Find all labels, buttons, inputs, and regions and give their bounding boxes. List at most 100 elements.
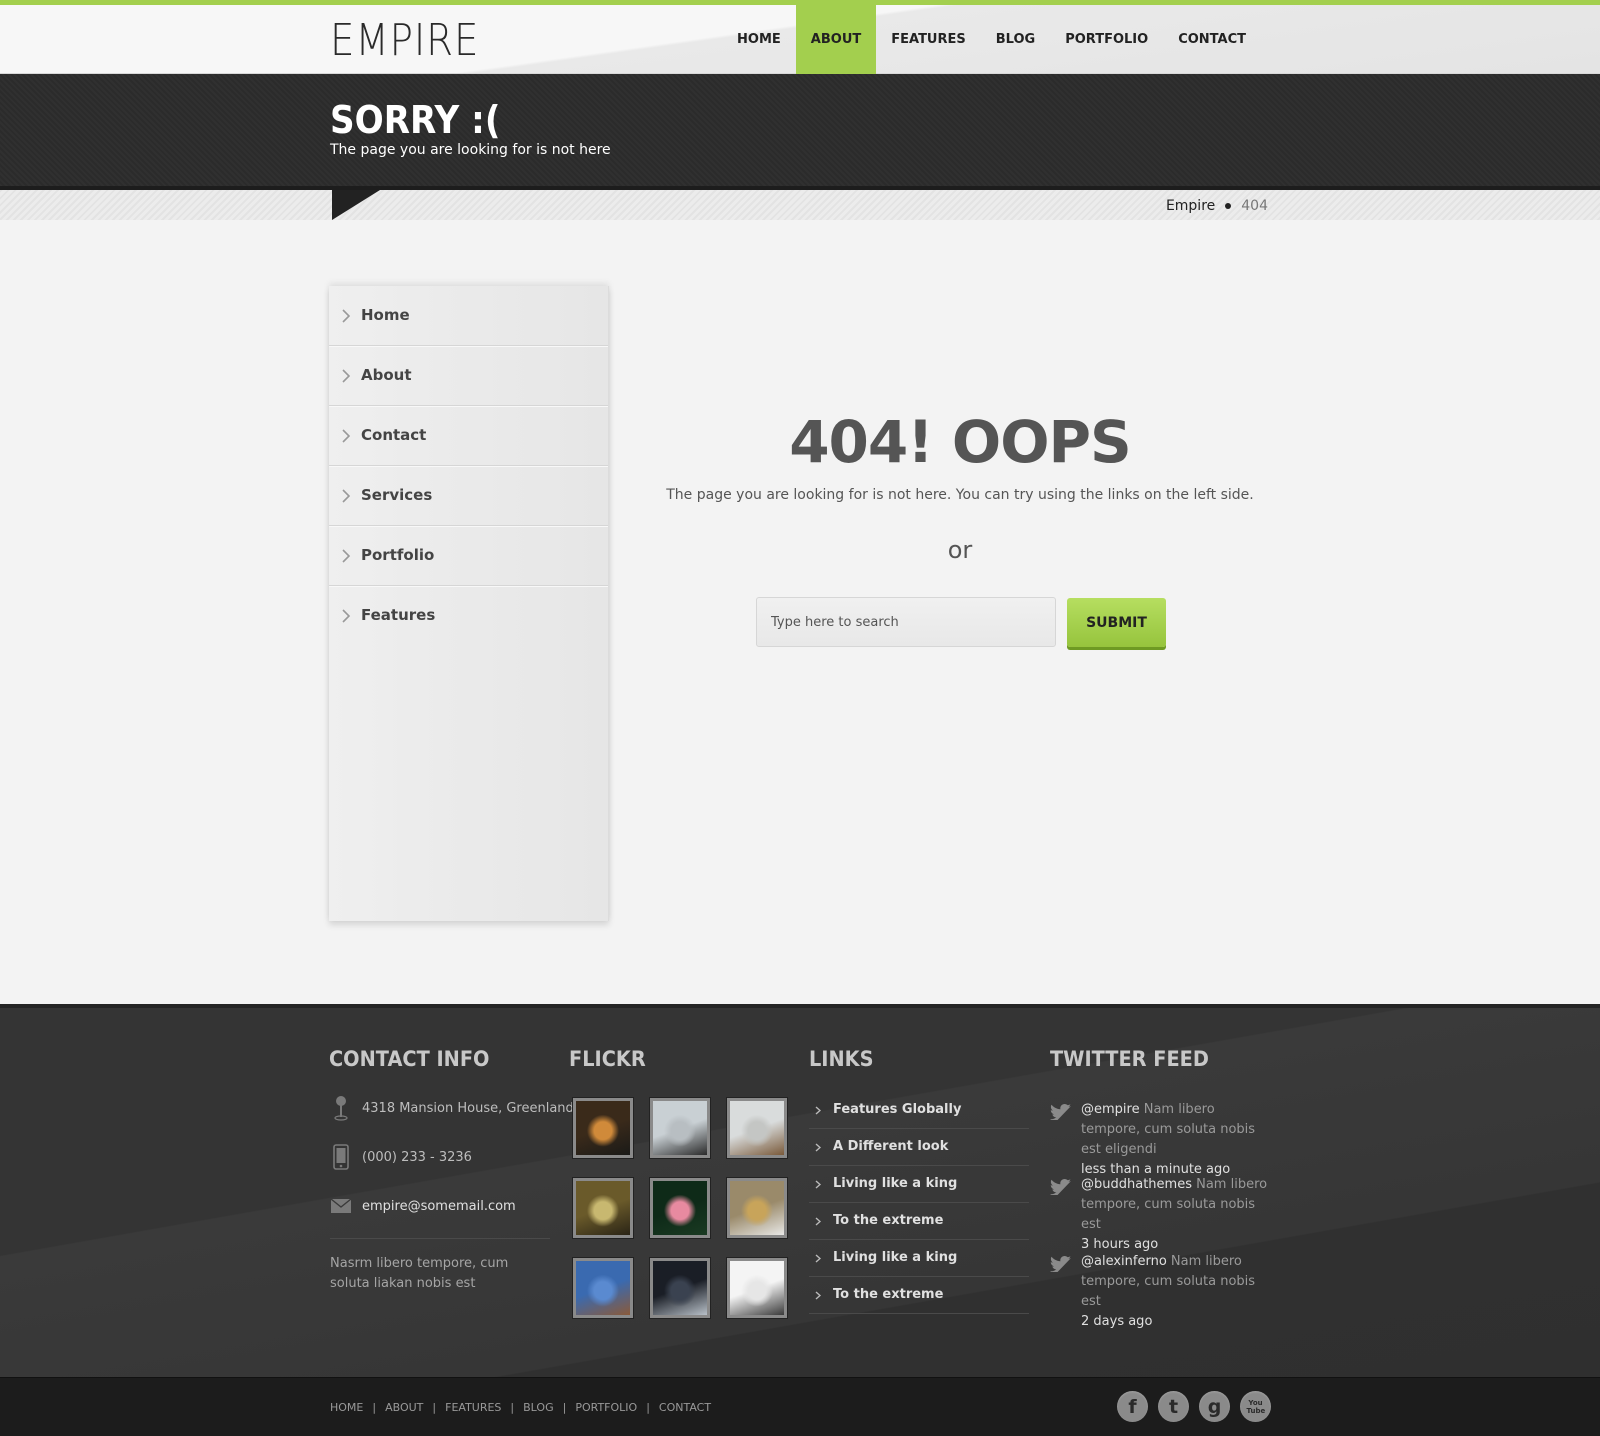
nav-blog[interactable]: BLOG xyxy=(981,5,1050,74)
chevron-right-icon xyxy=(342,549,351,563)
contact-divider xyxy=(330,1238,550,1239)
nav-home[interactable]: HOME xyxy=(722,5,796,74)
sidebar-menu: Home About Contact Services Portfolio Fe… xyxy=(329,286,609,921)
tweet-user-link[interactable]: @empire xyxy=(1081,1102,1140,1117)
sidebar-item-contact[interactable]: Contact xyxy=(329,406,608,466)
contact-address: 4318 Mansion House, Greenland xyxy=(330,1095,574,1121)
facebook-icon[interactable]: f xyxy=(1117,1391,1148,1422)
breadcrumb-strip xyxy=(0,190,1600,220)
chevron-right-icon xyxy=(815,1180,821,1189)
flickr-thumb-bird-on-branch[interactable] xyxy=(650,1098,710,1158)
flickr-thumb-sunset-clouds[interactable] xyxy=(573,1098,633,1158)
flickr-thumb-starling[interactable] xyxy=(650,1258,710,1318)
sidebar-item-features[interactable]: Features xyxy=(329,586,608,646)
site-footer xyxy=(0,1004,1600,1377)
tweet-user-link[interactable]: @buddhathemes xyxy=(1081,1177,1192,1192)
or-divider-text: or xyxy=(947,536,973,564)
footer-nav-about[interactable]: ABOUT xyxy=(385,1401,423,1414)
page-title: SORRY :( xyxy=(330,98,501,142)
chevron-right-icon xyxy=(342,609,351,623)
footer-link-label: Features Globally xyxy=(833,1102,962,1117)
footer-link[interactable]: A Different look xyxy=(809,1129,1029,1166)
flickr-thumb-trees-in-snow[interactable] xyxy=(727,1258,787,1318)
twitter-heading: TWITTER FEED xyxy=(1050,1047,1209,1071)
twitter-bird-icon xyxy=(1050,1104,1071,1120)
social-links: f t g You Tube xyxy=(1117,1391,1271,1422)
site-logo[interactable]: EMPIRE xyxy=(330,15,479,67)
sidebar-item-label: Features xyxy=(361,606,436,624)
footer-nav-separator: | xyxy=(372,1401,377,1414)
contact-phone-text: (000) 233 - 3236 xyxy=(362,1149,472,1165)
sidebar-item-about[interactable]: About xyxy=(329,346,608,406)
footer-nav-home[interactable]: HOME xyxy=(330,1401,363,1414)
chevron-right-icon xyxy=(342,489,351,503)
footer-nav-separator: | xyxy=(432,1401,437,1414)
contact-note: Nasrm libero tempore, cum soluta liakan … xyxy=(330,1256,509,1291)
footer-nav-features[interactable]: FEATURES xyxy=(445,1401,501,1414)
flickr-thumb-pink-flower[interactable] xyxy=(650,1178,710,1238)
google-glyph: g xyxy=(1207,1395,1222,1418)
tweet-user-link[interactable]: @alexinferno xyxy=(1081,1254,1167,1269)
footer-link-label: To the extreme xyxy=(833,1213,944,1228)
footer-nav-portfolio[interactable]: PORTFOLIO xyxy=(575,1401,637,1414)
footer-nav-contact[interactable]: CONTACT xyxy=(659,1401,711,1414)
flickr-thumb-bird-blue-sky[interactable] xyxy=(573,1258,633,1318)
chevron-right-icon xyxy=(342,369,351,383)
flickr-thumb-insect-macro[interactable] xyxy=(573,1178,633,1238)
footer-links-list: Features Globally A Different look Livin… xyxy=(809,1092,1029,1314)
google-icon[interactable]: g xyxy=(1199,1391,1230,1422)
map-pin-icon xyxy=(330,1095,352,1121)
sidebar-item-label: Portfolio xyxy=(361,546,435,564)
breadcrumb-root-link[interactable]: Empire xyxy=(1166,198,1215,214)
footer-link-label: Living like a king xyxy=(833,1250,958,1265)
flickr-thumb-deer-in-snow[interactable] xyxy=(727,1098,787,1158)
sidebar-item-label: Home xyxy=(361,306,410,324)
error-message: The page you are looking for is not here… xyxy=(666,487,1254,503)
nav-features[interactable]: FEATURES xyxy=(876,5,981,74)
chevron-right-icon xyxy=(342,309,351,323)
search-input[interactable] xyxy=(756,597,1056,647)
submit-button[interactable]: SUBMIT xyxy=(1067,598,1166,647)
breadcrumb: Empire 404 xyxy=(1166,198,1268,214)
main-nav: HOME ABOUT FEATURES BLOG PORTFOLIO CONTA… xyxy=(722,5,1261,74)
footer-link[interactable]: Living like a king xyxy=(809,1240,1029,1277)
footer-nav: HOME | ABOUT | FEATURES | BLOG | PORTFOLIO | CONTA… xyxy=(330,1401,711,1414)
footer-link[interactable]: Living like a king xyxy=(809,1166,1029,1203)
twitter-bird-icon xyxy=(1050,1256,1071,1272)
tweet-text: @alexinferno Nam libero tempore, cum sol… xyxy=(1081,1252,1271,1332)
youtube-glyph: You Tube xyxy=(1246,1398,1266,1415)
contact-email[interactable]: empire@somemail.com xyxy=(330,1193,516,1219)
sidebar-item-label: Services xyxy=(361,486,433,504)
chevron-right-icon xyxy=(815,1217,821,1226)
tweet-text: @buddhathemes Nam libero tempore, cum so… xyxy=(1081,1175,1271,1255)
site-header: EMPIRE HOME ABOUT FEATURES BLOG PORTFOLI… xyxy=(0,5,1600,74)
youtube-icon[interactable]: You Tube xyxy=(1240,1391,1271,1422)
footer-link[interactable]: To the extreme xyxy=(809,1277,1029,1314)
breadcrumb-current: 404 xyxy=(1241,198,1268,214)
footer-link[interactable]: Features Globally xyxy=(809,1092,1029,1129)
sidebar-item-label: About xyxy=(361,366,412,384)
sidebar-item-portfolio[interactable]: Portfolio xyxy=(329,526,608,586)
nav-portfolio[interactable]: PORTFOLIO xyxy=(1050,5,1163,74)
nav-contact[interactable]: CONTACT xyxy=(1163,5,1261,74)
envelope-icon xyxy=(330,1193,352,1219)
nav-about[interactable]: ABOUT xyxy=(795,5,877,74)
bottom-bar xyxy=(0,1377,1600,1436)
footer-link[interactable]: To the extreme xyxy=(809,1203,1029,1240)
contact-email-text[interactable]: empire@somemail.com xyxy=(362,1199,516,1214)
twitter-icon[interactable]: t xyxy=(1158,1391,1189,1422)
chevron-right-icon xyxy=(815,1106,821,1115)
sidebar-item-home[interactable]: Home xyxy=(329,286,608,346)
links-heading: LINKS xyxy=(809,1047,874,1071)
tweet-time: 2 days ago xyxy=(1081,1314,1153,1329)
footer-nav-separator: | xyxy=(510,1401,515,1414)
contact-info-heading: CONTACT INFO xyxy=(329,1047,490,1071)
page-subtitle: The page you are looking for is not here xyxy=(330,142,611,158)
mobile-phone-icon xyxy=(330,1144,352,1170)
contact-phone: (000) 233 - 3236 xyxy=(330,1144,472,1170)
footer-nav-blog[interactable]: BLOG xyxy=(523,1401,553,1414)
flickr-thumb-leopard[interactable] xyxy=(727,1178,787,1238)
sidebar-item-services[interactable]: Services xyxy=(329,466,608,526)
footer-nav-separator: | xyxy=(562,1401,567,1414)
footer-link-label: A Different look xyxy=(833,1139,949,1154)
